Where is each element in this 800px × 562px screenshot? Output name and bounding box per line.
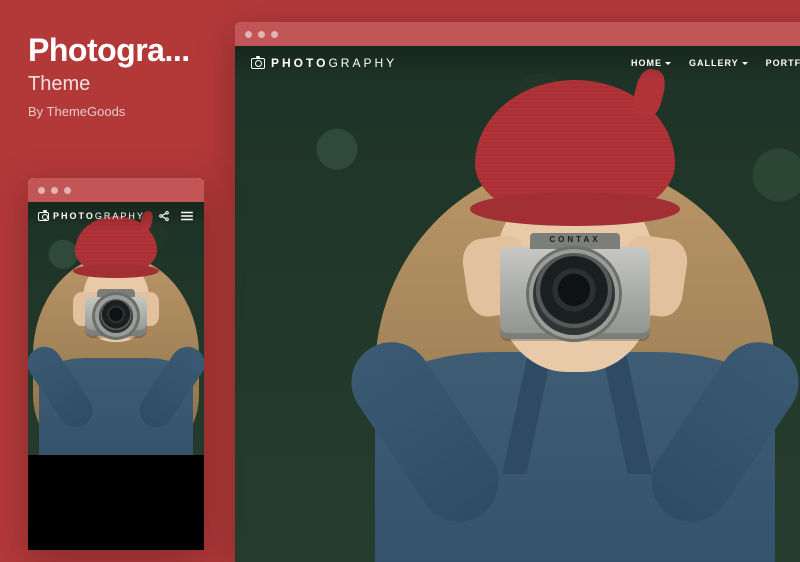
camera xyxy=(85,296,147,336)
theme-subtitle: Theme xyxy=(28,73,190,96)
hamburger-icon[interactable] xyxy=(180,210,194,222)
logo-light: GRAPHY xyxy=(95,211,145,221)
logo-light: GRAPHY xyxy=(328,56,397,70)
browser-titlebar xyxy=(28,178,204,202)
chevron-down-icon xyxy=(742,62,748,65)
share-icon[interactable] xyxy=(158,210,170,222)
logo-bold: PHOTO xyxy=(53,211,95,221)
theme-info: Photogra... Theme By ThemeGoods xyxy=(28,32,190,119)
site-header: PHOTOGRAPHY xyxy=(28,202,204,230)
hero-person: CONTAX xyxy=(315,46,800,562)
camera-lens-icon xyxy=(533,253,615,335)
theme-author: By ThemeGoods xyxy=(28,104,190,119)
hero-person xyxy=(28,202,204,460)
site-header: PHOTOGRAPHY HOME GALLERY PORTFOLIO PAGES xyxy=(235,46,800,80)
mobile-preview-frame: PHOTOGRAPHY xyxy=(28,178,204,550)
window-dot xyxy=(271,31,278,38)
window-dot xyxy=(51,187,58,194)
camera-brand: CONTAX xyxy=(500,235,650,244)
chevron-down-icon xyxy=(665,62,671,65)
window-dot xyxy=(258,31,265,38)
camera-icon xyxy=(251,58,265,69)
window-dot xyxy=(64,187,71,194)
window-dot xyxy=(38,187,45,194)
window-dot xyxy=(245,31,252,38)
desktop-preview-frame: CONTAX PHOTOGRAPHY HOME GALLERY PORTFOLI… xyxy=(235,22,800,562)
mobile-viewport: PHOTOGRAPHY xyxy=(28,202,204,550)
mobile-actions xyxy=(158,210,194,222)
nav-gallery[interactable]: GALLERY xyxy=(689,58,748,68)
camera-lens-icon xyxy=(99,299,133,333)
nav-portfolio[interactable]: PORTFOLIO xyxy=(766,58,800,68)
theme-title: Photogra... xyxy=(28,32,190,69)
desktop-viewport: CONTAX PHOTOGRAPHY HOME GALLERY PORTFOLI… xyxy=(235,46,800,562)
content-band xyxy=(28,455,204,550)
camera-icon xyxy=(38,212,49,221)
logo-bold: PHOTO xyxy=(271,56,328,70)
main-nav: HOME GALLERY PORTFOLIO PAGES xyxy=(631,58,800,68)
site-logo[interactable]: PHOTOGRAPHY xyxy=(251,56,397,70)
camera: CONTAX xyxy=(500,247,650,339)
browser-titlebar xyxy=(235,22,800,46)
nav-home[interactable]: HOME xyxy=(631,58,671,68)
site-logo[interactable]: PHOTOGRAPHY xyxy=(38,211,145,221)
